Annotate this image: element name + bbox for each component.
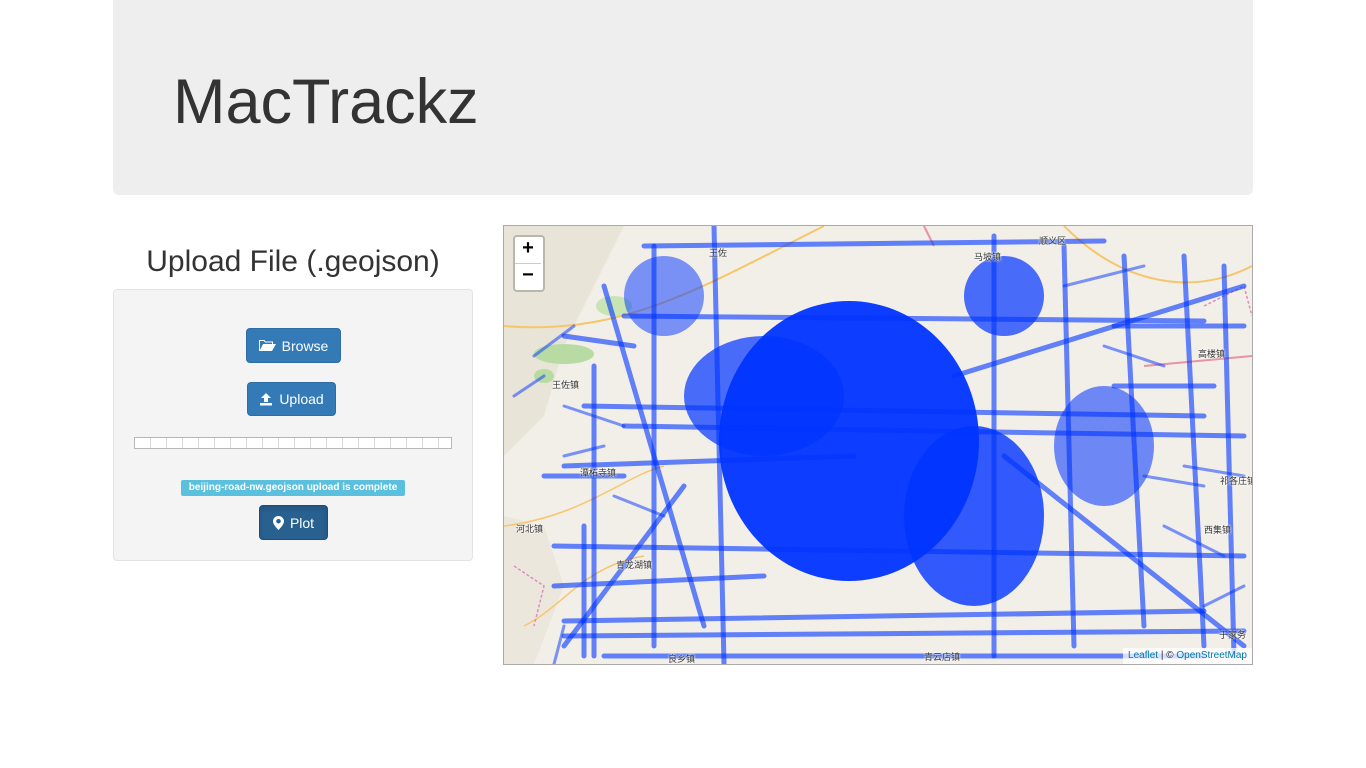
place-label: 青云店镇	[924, 653, 961, 663]
place-label: 青龙湖镇	[616, 561, 653, 571]
plot-button[interactable]: Plot	[259, 505, 328, 540]
upload-icon	[259, 392, 273, 406]
app-title: MacTrackz	[173, 67, 479, 137]
browse-label: Browse	[281, 337, 329, 354]
zoom-out-button[interactable]: −	[515, 264, 541, 290]
folder-open-icon	[258, 339, 276, 352]
plot-label: Plot	[289, 514, 315, 531]
upload-panel: Browse Upload beijing-road-nw.geojson up…	[113, 289, 473, 561]
map-base-layer	[504, 226, 1252, 664]
openstreetmap-link[interactable]: OpenStreetMap	[1176, 650, 1247, 661]
browse-button[interactable]: Browse	[246, 328, 341, 363]
place-label: 马坡镇	[974, 253, 1002, 263]
place-label: 于家务	[1219, 631, 1247, 641]
map-view[interactable]: 王佐 高楼镇 王佐镇 潭柘寺镇 河北镇 青龙湖镇 良乡镇 青云店镇 祁各庄镇 西…	[503, 225, 1253, 665]
header-jumbotron: MacTrackz	[113, 0, 1253, 195]
upload-progress-bar	[134, 437, 452, 449]
place-label: 良乡镇	[668, 655, 696, 665]
attribution-separator: | ©	[1158, 650, 1177, 661]
place-label: 西集镇	[1204, 526, 1232, 536]
place-label: 顺义区	[1039, 237, 1067, 247]
place-label: 高楼镇	[1198, 350, 1226, 360]
zoom-control: + −	[513, 235, 545, 292]
zoom-in-button[interactable]: +	[515, 237, 541, 264]
upload-status-badge: beijing-road-nw.geojson upload is comple…	[181, 480, 405, 496]
place-label: 河北镇	[516, 525, 544, 535]
place-label: 潭柘寺镇	[580, 469, 617, 479]
upload-section-title: Upload File (.geojson)	[146, 245, 440, 278]
place-label: 祁各庄镇	[1220, 477, 1253, 487]
place-label: 王佐	[709, 249, 728, 259]
upload-label: Upload	[279, 391, 324, 407]
leaflet-link[interactable]: Leaflet	[1128, 650, 1158, 661]
map-attribution: Leaflet | © OpenStreetMap	[1123, 648, 1252, 664]
map-marker-icon	[272, 515, 284, 530]
place-label: 王佐镇	[552, 381, 580, 391]
upload-button[interactable]: Upload	[247, 382, 336, 416]
